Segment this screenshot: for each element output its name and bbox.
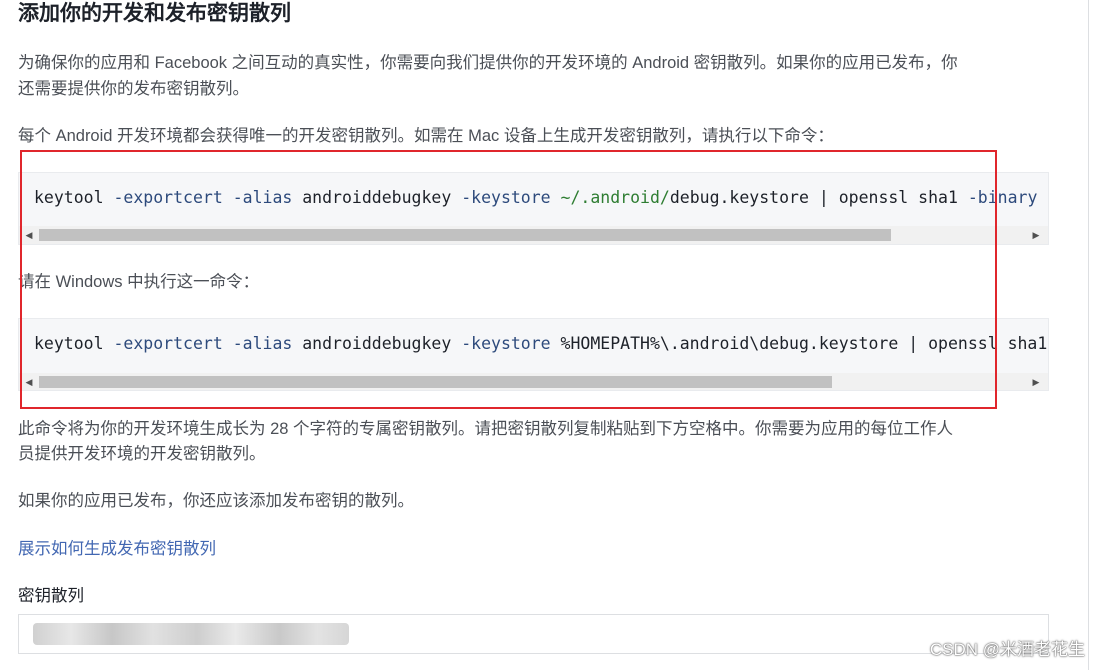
intro-paragraph-line1: 为确保你的应用和 Facebook 之间互动的真实性，你需要向我们提供你的开发环… — [18, 54, 958, 72]
mac-instruction: 每个 Android 开发环境都会获得唯一的开发密钥散列。如需在 Mac 设备上… — [18, 127, 834, 145]
scroll-right-arrow-icon[interactable]: ▶ — [1028, 373, 1044, 390]
page-title: 添加你的开发和发布密钥散列 — [18, 2, 291, 25]
result-paragraph-line1: 此命令将为你的开发环境生成长为 28 个字符的专属密钥散列。请把密钥散列复制粘贴… — [18, 420, 954, 438]
key-hash-label: 密钥散列 — [18, 587, 84, 605]
blurred-key-hash-value — [33, 623, 349, 645]
result-paragraph-line2: 员提供开发环境的开发密钥散列。 — [18, 445, 266, 463]
watermark: CSDN @米酒老花生 — [929, 640, 1085, 659]
key-hash-input[interactable] — [18, 614, 1049, 654]
scroll-right-arrow-icon[interactable]: ▶ — [1028, 226, 1044, 244]
page-divider — [1088, 0, 1089, 670]
highlight-annotation-box — [20, 150, 997, 409]
show-release-key-link[interactable]: 展示如何生成发布密钥散列 — [18, 536, 216, 562]
intro-paragraph-line2: 还需要提供你的发布密钥散列。 — [18, 80, 249, 98]
release-note: 如果你的应用已发布，你还应该添加发布密钥的散列。 — [18, 492, 414, 510]
